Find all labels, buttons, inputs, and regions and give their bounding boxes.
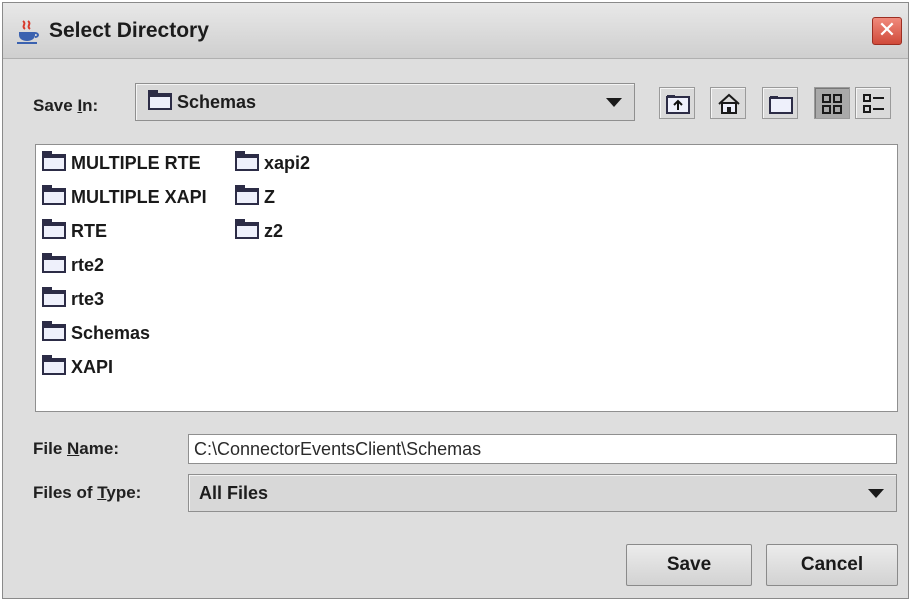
folder-icon: [42, 185, 66, 205]
select-directory-dialog: Select Directory ✕ Save In: Schemas MULT…: [2, 2, 909, 599]
list-view-icon: [822, 94, 842, 114]
chevron-down-icon: [606, 98, 622, 107]
folder-icon: [42, 355, 66, 375]
file-name-input[interactable]: [189, 435, 896, 463]
title-bar[interactable]: Select Directory ✕: [3, 3, 908, 59]
folder-icon: [42, 321, 66, 341]
java-coffee-cup-icon: [17, 20, 39, 44]
folder-icon: [235, 151, 259, 171]
list-view-button[interactable]: [814, 87, 850, 119]
list-item[interactable]: rte3: [42, 286, 104, 312]
list-item[interactable]: MULTIPLE XAPI: [42, 184, 207, 210]
new-folder-icon: [769, 96, 793, 114]
details-view-button[interactable]: [855, 87, 891, 119]
files-of-type-combobox[interactable]: All Files: [188, 474, 897, 512]
folder-icon: [42, 253, 66, 273]
save-in-value: Schemas: [177, 92, 257, 112]
list-item[interactable]: MULTIPLE RTE: [42, 150, 201, 176]
folder-icon: [235, 219, 259, 239]
files-of-type-value: All Files: [199, 483, 269, 503]
list-item[interactable]: Z: [235, 184, 275, 210]
files-of-type-label: Files of Type:: [33, 483, 142, 502]
up-one-level-button[interactable]: [659, 87, 695, 119]
create-new-folder-button[interactable]: [762, 87, 798, 119]
folder-icon: [235, 185, 259, 205]
save-in-combobox[interactable]: Schemas: [135, 83, 635, 121]
list-item[interactable]: z2: [235, 218, 283, 244]
close-button[interactable]: ✕: [872, 17, 902, 45]
chevron-down-icon: [868, 489, 884, 498]
up-folder-icon: [666, 95, 690, 114]
save-button[interactable]: Save: [626, 544, 752, 586]
list-item[interactable]: RTE: [42, 218, 107, 244]
file-name-field[interactable]: [188, 434, 897, 464]
folder-icon: [42, 219, 66, 239]
home-button[interactable]: [710, 87, 746, 119]
home-icon: [718, 93, 740, 114]
window-title: Select Directory: [49, 19, 209, 42]
folder-icon: [42, 151, 66, 171]
list-item[interactable]: Schemas: [42, 320, 150, 346]
close-icon: ✕: [877, 18, 897, 43]
details-view-icon: [863, 94, 884, 113]
list-item[interactable]: XAPI: [42, 354, 113, 380]
file-list[interactable]: MULTIPLE RTE MULTIPLE XAPI RTE rte2 rte3…: [35, 144, 898, 412]
file-name-label: File Name:: [33, 439, 119, 458]
folder-icon: [148, 90, 172, 110]
list-item[interactable]: rte2: [42, 252, 104, 278]
folder-icon: [42, 287, 66, 307]
save-in-label: Save In:: [33, 96, 99, 115]
list-item[interactable]: xapi2: [235, 150, 310, 176]
cancel-button[interactable]: Cancel: [766, 544, 898, 586]
